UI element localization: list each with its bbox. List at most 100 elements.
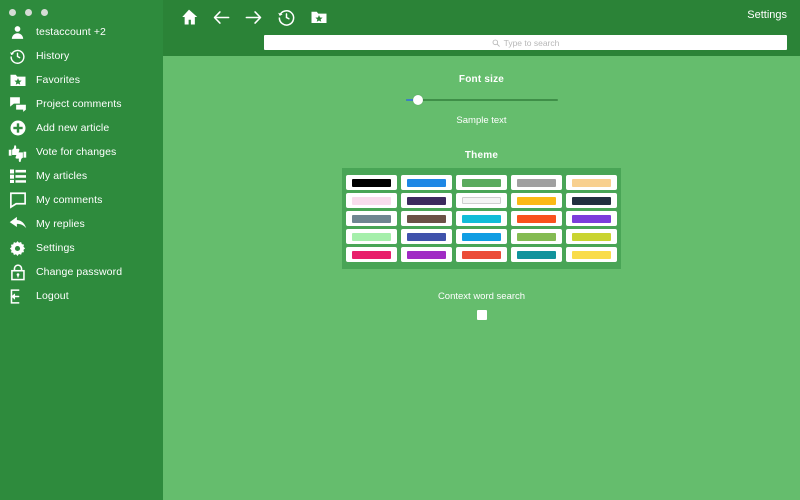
plus-circle-icon	[8, 119, 27, 138]
search-placeholder: Type to search	[503, 37, 560, 48]
theme-swatch-color	[352, 232, 391, 241]
theme-section: Theme	[163, 150, 800, 269]
search-input[interactable]: Type to search	[264, 35, 787, 50]
theme-row	[346, 193, 617, 208]
app-window: testaccount +2 History Favorites Project…	[0, 0, 800, 500]
content-panel: Font size Sample text Theme Context word…	[163, 56, 800, 500]
arrow-right-icon[interactable]	[237, 4, 269, 30]
theme-swatch-color	[407, 214, 446, 223]
theme-swatch[interactable]	[566, 229, 617, 244]
theme-swatch[interactable]	[511, 211, 562, 226]
theme-swatch[interactable]	[346, 247, 397, 262]
theme-swatch[interactable]	[401, 175, 452, 190]
theme-swatch[interactable]	[511, 175, 562, 190]
theme-swatch[interactable]	[456, 193, 507, 208]
sidebar-item-favorites[interactable]: Favorites	[0, 68, 163, 92]
theme-swatch[interactable]	[566, 193, 617, 208]
theme-swatch-color	[517, 250, 556, 259]
theme-swatch[interactable]	[346, 193, 397, 208]
sidebar-nav: testaccount +2 History Favorites Project…	[0, 20, 163, 308]
theme-swatch[interactable]	[511, 247, 562, 262]
speech-bubble-icon	[8, 191, 27, 210]
sidebar-item-my-replies[interactable]: My replies	[0, 212, 163, 236]
sidebar-item-account[interactable]: testaccount +2	[0, 20, 163, 44]
minimize-dot[interactable]	[25, 8, 32, 16]
history-icon[interactable]	[269, 4, 303, 30]
theme-swatch-color	[572, 178, 611, 187]
theme-swatch[interactable]	[401, 247, 452, 262]
theme-swatch[interactable]	[346, 229, 397, 244]
theme-row	[346, 229, 617, 244]
theme-swatch[interactable]	[511, 193, 562, 208]
context-word-search-checkbox[interactable]	[476, 310, 487, 320]
theme-swatch-color	[462, 178, 501, 187]
sidebar-item-settings[interactable]: Settings	[0, 236, 163, 260]
theme-swatch[interactable]	[456, 175, 507, 190]
theme-swatch-color	[572, 232, 611, 241]
sidebar-item-label: Project comments	[36, 98, 122, 110]
context-word-search-section: Context word search	[163, 291, 800, 320]
theme-swatch[interactable]	[401, 211, 452, 226]
theme-swatch[interactable]	[401, 229, 452, 244]
theme-swatch-color	[352, 178, 391, 187]
theme-swatch-color	[462, 232, 501, 241]
sidebar-item-logout[interactable]: Logout	[0, 284, 163, 308]
sample-text: Sample text	[456, 115, 507, 126]
theme-swatch[interactable]	[511, 229, 562, 244]
sidebar-item-vote-for-changes[interactable]: Vote for changes	[0, 140, 163, 164]
window-controls	[0, 0, 163, 18]
sidebar-item-project-comments[interactable]: Project comments	[0, 92, 163, 116]
theme-swatch[interactable]	[346, 211, 397, 226]
sidebar-item-label: My replies	[36, 218, 85, 230]
maximize-dot[interactable]	[41, 8, 48, 16]
folder-star-icon[interactable]	[303, 4, 335, 30]
sidebar-item-change-password[interactable]: Change password	[0, 260, 163, 284]
theme-row	[346, 211, 617, 226]
close-dot[interactable]	[9, 8, 16, 16]
sidebar-item-label: My comments	[36, 194, 103, 206]
sidebar-item-history[interactable]: History	[0, 44, 163, 68]
search-icon	[492, 39, 500, 47]
theme-swatch[interactable]	[566, 175, 617, 190]
main-area: Settings Type to search Font size Sample…	[163, 0, 800, 500]
search-bar-wrapper: Type to search	[264, 35, 787, 50]
sidebar-item-label: History	[36, 50, 70, 62]
sidebar-item-label: Add new article	[36, 122, 110, 134]
theme-swatch[interactable]	[346, 175, 397, 190]
theme-swatch[interactable]	[566, 211, 617, 226]
theme-swatch-color	[517, 196, 556, 205]
theme-swatch-color	[572, 196, 611, 205]
sidebar-account-label: testaccount +2	[36, 26, 106, 38]
theme-swatch[interactable]	[566, 247, 617, 262]
sidebar-item-label: Change password	[36, 266, 123, 278]
reply-arrow-icon	[8, 215, 27, 234]
theme-row	[346, 247, 617, 262]
slider-track	[405, 99, 558, 101]
sidebar-item-label: Favorites	[36, 74, 81, 86]
theme-swatch-color	[407, 196, 446, 205]
theme-swatch-color	[462, 250, 501, 259]
font-size-slider[interactable]	[405, 94, 558, 106]
person-icon	[8, 23, 27, 42]
sidebar-item-my-comments[interactable]: My comments	[0, 188, 163, 212]
theme-swatch[interactable]	[401, 193, 452, 208]
theme-swatch-color	[407, 178, 446, 187]
header-settings-label[interactable]: Settings	[747, 9, 787, 21]
theme-swatch[interactable]	[456, 229, 507, 244]
theme-swatch[interactable]	[456, 247, 507, 262]
sidebar-item-my-articles[interactable]: My articles	[0, 164, 163, 188]
sidebar-item-label: My articles	[36, 170, 88, 182]
arrow-left-icon[interactable]	[205, 4, 237, 30]
context-word-search-label: Context word search	[437, 291, 526, 302]
theme-swatch[interactable]	[456, 211, 507, 226]
folder-star-icon	[8, 71, 27, 90]
theme-title: Theme	[464, 150, 499, 161]
home-icon[interactable]	[173, 4, 205, 30]
logout-icon	[8, 287, 27, 306]
font-size-section: Font size Sample text	[163, 56, 800, 126]
theme-swatch-color	[352, 196, 391, 205]
sidebar: testaccount +2 History Favorites Project…	[0, 0, 163, 500]
theme-swatch-color	[352, 250, 391, 259]
slider-thumb[interactable]	[412, 95, 423, 105]
sidebar-item-add-new-article[interactable]: Add new article	[0, 116, 163, 140]
